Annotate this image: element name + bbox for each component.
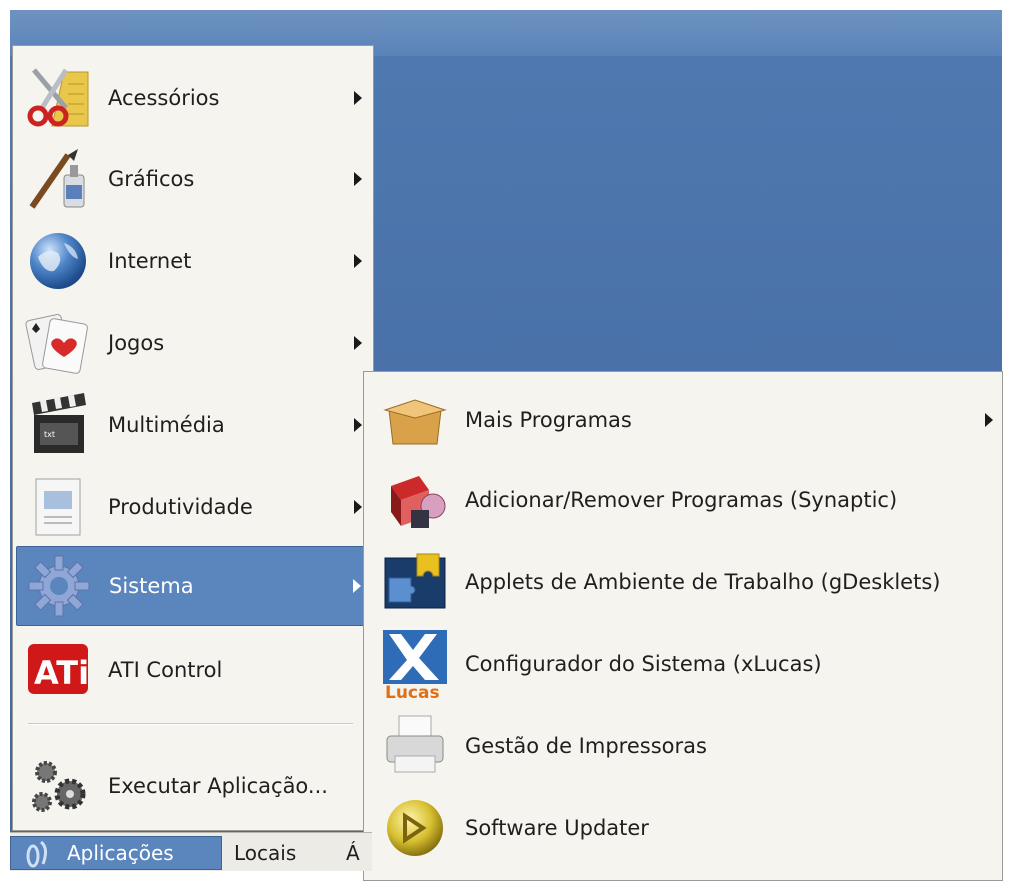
submenu-arrow-icon — [354, 336, 362, 350]
menu-item-graficos[interactable]: Gráficos — [16, 139, 370, 219]
synaptic-package-icon — [379, 464, 451, 536]
system-menu-button[interactable]: Á — [346, 836, 360, 870]
submenu-arrow-icon — [353, 579, 361, 593]
xlucas-logo-icon: Lucas — [379, 628, 451, 700]
applications-menu-button[interactable]: Aplicações — [10, 836, 222, 870]
menu-item-label: ATI Control — [108, 658, 223, 682]
xlucas-logo-text: Lucas — [385, 683, 440, 700]
submenu-item-label: Software Updater — [465, 816, 649, 840]
menu-item-jogos[interactable]: Jogos — [16, 303, 370, 383]
submenu-item-software-updater[interactable]: Software Updater — [367, 788, 997, 868]
submenu-item-xlucas[interactable]: Lucas Configurador do Sistema (xLucas) — [367, 624, 997, 704]
gears-icon — [22, 750, 94, 822]
graphics-icon — [22, 143, 94, 215]
submenu-arrow-icon — [985, 413, 993, 427]
submenu-item-label: Gestão de Impressoras — [465, 734, 707, 758]
submenu-item-label: Mais Programas — [465, 408, 632, 432]
submenu-item-synaptic[interactable]: Adicionar/Remover Programas (Synaptic) — [367, 460, 997, 540]
submenu-arrow-icon — [354, 500, 362, 514]
menu-item-label: Produtividade — [108, 495, 253, 519]
foot-logo-icon — [21, 836, 55, 870]
submenu-item-label: Configurador do Sistema (xLucas) — [465, 652, 822, 676]
menu-item-internet[interactable]: Internet — [16, 221, 370, 301]
gear-icon — [23, 550, 95, 622]
ati-logo-icon: ATi — [22, 634, 94, 706]
printer-icon — [379, 710, 451, 782]
menu-separator — [28, 723, 353, 725]
accessories-icon — [22, 62, 94, 134]
places-label: Locais — [234, 841, 297, 865]
submenu-item-gdesklets[interactable]: Applets de Ambiente de Trabalho (gDeskle… — [367, 542, 997, 622]
menu-item-label: Acessórios — [108, 86, 220, 110]
clapperboard-icon: txt — [22, 389, 94, 461]
submenu-arrow-icon — [354, 254, 362, 268]
submenu-arrow-icon — [354, 418, 362, 432]
menu-item-sistema[interactable]: Sistema — [16, 546, 370, 626]
submenu-item-mais-programas[interactable]: Mais Programas — [367, 380, 997, 460]
puzzle-piece-icon — [379, 546, 451, 618]
sistema-submenu: Mais Programas Adicionar/Remover Program… — [363, 371, 1003, 881]
menu-item-label: Gráficos — [108, 167, 195, 191]
menu-item-label: Executar Aplicação... — [108, 774, 328, 798]
document-icon — [22, 471, 94, 543]
submenu-item-printers[interactable]: Gestão de Impressoras — [367, 706, 997, 786]
menu-item-multimedia[interactable]: txt Multimédia — [16, 385, 370, 465]
menu-item-produtividade[interactable]: Produtividade — [16, 467, 370, 547]
internet-globe-icon — [22, 225, 94, 297]
desktop-background: Acessórios Gráficos Internet Jogos txt M… — [10, 10, 1003, 881]
menu-item-label: Jogos — [108, 331, 165, 355]
applications-label: Aplicações — [67, 841, 174, 865]
menu-item-acessorios[interactable]: Acessórios — [16, 58, 370, 138]
places-menu-button[interactable]: Locais — [234, 836, 296, 870]
submenu-arrow-icon — [354, 172, 362, 186]
menu-item-label: Sistema — [109, 574, 194, 598]
package-box-icon — [379, 384, 451, 456]
submenu-item-label: Applets de Ambiente de Trabalho (gDeskle… — [465, 570, 941, 594]
menu-item-label: Multimédia — [108, 413, 225, 437]
svg-text:txt: txt — [44, 430, 55, 439]
playing-cards-icon — [22, 307, 94, 379]
applications-menu: Acessórios Gráficos Internet Jogos txt M… — [12, 45, 374, 831]
menu-item-run-application[interactable]: Executar Aplicação... — [16, 746, 370, 826]
menu-item-ati-control[interactable]: ATi ATI Control — [16, 630, 370, 710]
menu-item-label: Internet — [108, 249, 192, 273]
updater-icon — [379, 792, 451, 864]
svg-text:ATi: ATi — [34, 654, 89, 692]
bottom-panel: Aplicações Locais Á — [10, 832, 372, 871]
submenu-arrow-icon — [354, 91, 362, 105]
system-label: Á — [346, 841, 360, 865]
submenu-item-label: Adicionar/Remover Programas (Synaptic) — [465, 488, 898, 512]
